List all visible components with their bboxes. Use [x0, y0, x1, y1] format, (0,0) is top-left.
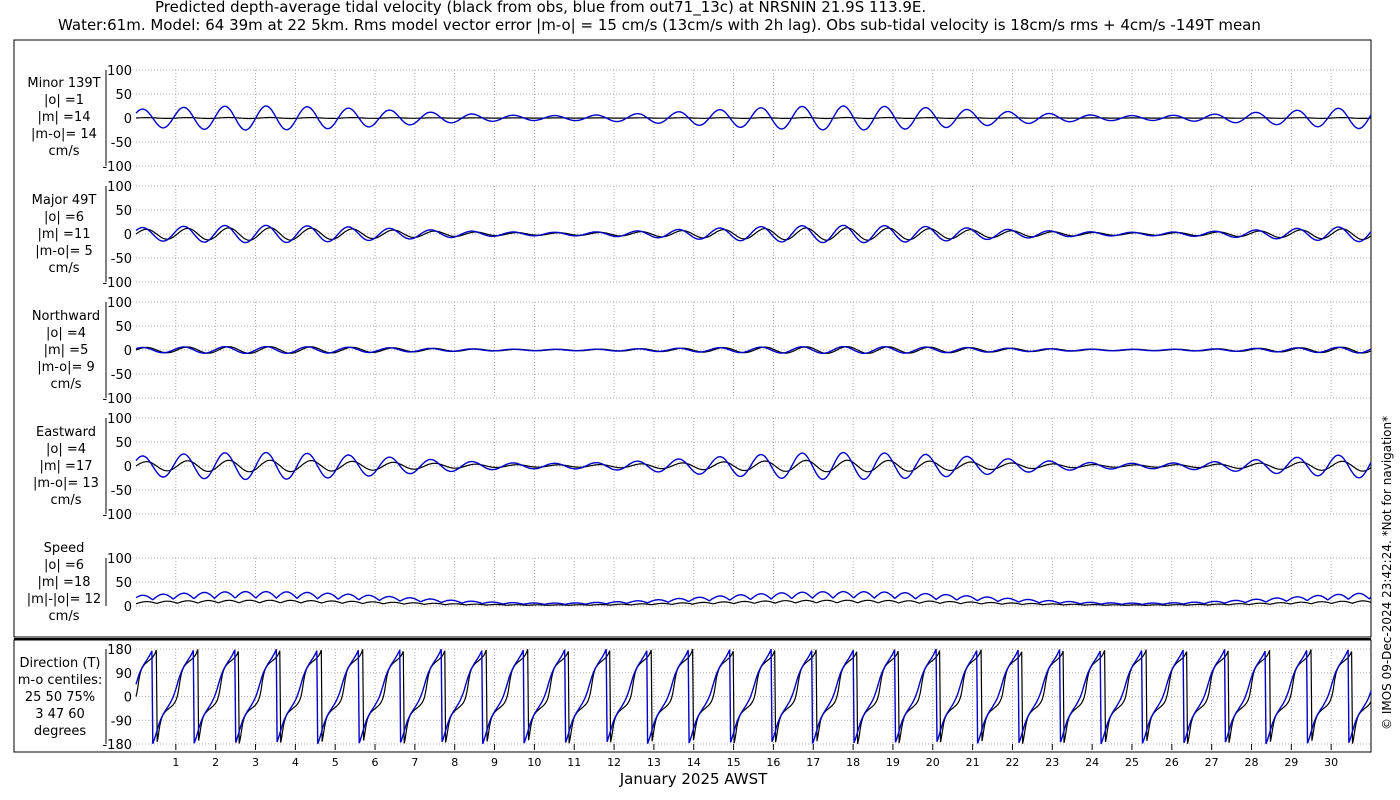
- x-tick-label: 11: [567, 756, 581, 769]
- y-tick-label: 180: [107, 643, 132, 658]
- y-tick-label: -180: [102, 738, 132, 753]
- y-tick-label: -90: [111, 714, 132, 729]
- x-tick-label: 7: [411, 756, 418, 769]
- x-tick-label: 25: [1125, 756, 1139, 769]
- x-tick-label: 30: [1324, 756, 1338, 769]
- x-tick-label: 1: [172, 756, 179, 769]
- x-tick-label: 4: [292, 756, 299, 769]
- y-tick-label: 100: [107, 64, 132, 79]
- x-tick-label: 19: [886, 756, 900, 769]
- y-tick-label: 50: [115, 320, 132, 335]
- x-tick-label: 17: [806, 756, 820, 769]
- x-tick-label: 27: [1205, 756, 1219, 769]
- y-tick-label: 0: [124, 691, 132, 706]
- tidal-velocity-chart: -100-50050100-100-50050100-100-50050100-…: [13, 39, 1372, 788]
- y-tick-label: -50: [111, 252, 132, 267]
- y-tick-label: -100: [102, 160, 132, 175]
- y-tick-label: -50: [111, 368, 132, 383]
- series-line-black: [135, 648, 1372, 745]
- x-tick-label: 12: [607, 756, 621, 769]
- x-tick-label: 2: [212, 756, 219, 769]
- y-tick-label: 0: [124, 228, 132, 243]
- upper-frame: [13, 39, 1372, 638]
- x-tick-label: 9: [491, 756, 498, 769]
- x-tick-label: 26: [1165, 756, 1179, 769]
- x-tick-label: 13: [647, 756, 661, 769]
- y-tick-label: -100: [102, 276, 132, 291]
- y-tick-label: -50: [111, 136, 132, 151]
- y-tick-label: 100: [107, 412, 132, 427]
- x-tick-label: 16: [766, 756, 780, 769]
- y-tick-label: 50: [115, 88, 132, 103]
- x-tick-label: 22: [1005, 756, 1019, 769]
- x-tick-label: 20: [926, 756, 940, 769]
- x-axis-title: January 2025 AWST: [619, 770, 768, 788]
- x-tick-label: 21: [966, 756, 980, 769]
- x-tick-label: 10: [527, 756, 541, 769]
- y-tick-label: -50: [111, 484, 132, 499]
- y-tick-label: 0: [124, 344, 132, 359]
- y-tick-label: 100: [107, 552, 132, 567]
- x-tick-label: 28: [1244, 756, 1258, 769]
- y-tick-label: -100: [102, 508, 132, 523]
- y-tick-label: -100: [102, 392, 132, 407]
- x-tick-label: 23: [1045, 756, 1059, 769]
- y-tick-label: 100: [107, 296, 132, 311]
- y-tick-label: 0: [124, 460, 132, 475]
- copyright-credit: © IMOS 09-Dec-2024 23:42:24. *Not for na…: [1380, 415, 1394, 730]
- y-tick-label: 90: [115, 667, 132, 682]
- y-tick-label: 100: [107, 180, 132, 195]
- x-tick-label: 15: [727, 756, 741, 769]
- x-tick-label: 5: [332, 756, 339, 769]
- x-tick-label: 18: [846, 756, 860, 769]
- y-tick-label: 0: [124, 112, 132, 127]
- y-tick-label: 50: [115, 204, 132, 219]
- y-tick-label: 0: [124, 600, 132, 615]
- y-tick-label: 50: [115, 436, 132, 451]
- x-tick-label: 8: [451, 756, 458, 769]
- x-tick-label: 3: [252, 756, 259, 769]
- x-tick-label: 6: [372, 756, 379, 769]
- x-tick-label: 24: [1085, 756, 1099, 769]
- x-tick-label: 14: [687, 756, 701, 769]
- x-tick-label: 29: [1284, 756, 1298, 769]
- y-tick-label: 50: [115, 576, 132, 591]
